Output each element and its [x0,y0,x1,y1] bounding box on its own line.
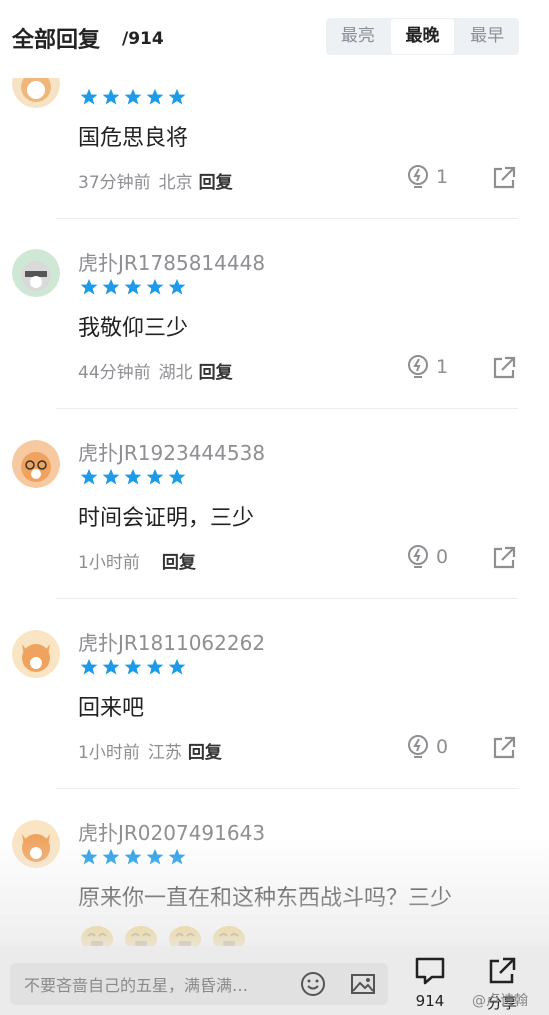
share-icon [489,957,516,984]
comment-text: 国危思良将 [78,126,189,151]
star-icon [124,848,142,865]
star-icon [124,658,142,675]
comment-time: 1小时前 [78,743,140,763]
tab-earliest[interactable]: 最早 [455,18,519,55]
rating-stars [80,848,186,866]
star-icon [80,88,98,105]
comment-time: 1小时前 [78,553,140,573]
share-icon[interactable] [491,545,517,571]
lightbulb-icon [408,735,428,758]
reply-button[interactable]: 回复 [188,743,222,763]
comment-meta: 44分钟前 湖北 回复 [78,358,233,383]
like-count: 0 [436,736,449,758]
page-title: 全部回复 [12,28,101,53]
comment-location: 江苏 [147,743,182,763]
star-icon [146,278,164,295]
lightbulb-icon [408,545,428,568]
star-icon [124,468,142,485]
star-icon [168,848,186,865]
comment-icon [415,957,445,985]
comment-location: 湖北 [158,363,193,383]
like-count: 0 [436,546,449,568]
bottom-bar: 914 分享 [0,946,549,1015]
share-icon[interactable] [491,355,517,381]
comment-count: 914 [415,992,445,1010]
like-count: 1 [436,356,449,378]
rating-stars [80,468,186,486]
star-icon [146,848,164,865]
reply-button[interactable]: 回复 [162,553,196,573]
username[interactable]: 虎扑JR1785814448 [78,247,265,276]
comment-meta: 1小时前 江苏 回复 [78,738,222,763]
username[interactable]: 虎扑JR1811062262 [78,627,265,656]
like-count: 1 [436,166,449,188]
rating-stars [80,88,186,106]
star-icon [124,278,142,295]
star-icon [102,468,120,485]
username[interactable]: 虎扑JR1923444538 [78,437,265,466]
star-icon [102,88,120,105]
comment-text: 原来你一直在和这种东西战斗吗？三少 [78,886,453,911]
star-icon [168,88,186,105]
comment-meta: 1小时前 回复 [78,548,196,573]
star-icon [102,658,120,675]
comment-meta: 37分钟前 北京 回复 [78,168,233,193]
comment-text: 我敬仰三少 [78,316,189,341]
star-icon [102,278,120,295]
like-button[interactable]: 1 [406,354,448,380]
emoji-icon[interactable] [300,971,326,997]
star-icon [80,468,98,485]
like-button[interactable]: 0 [406,544,448,570]
avatar[interactable] [12,249,60,297]
like-button[interactable]: 0 [406,734,448,760]
comment-location: 北京 [158,173,193,193]
divider [56,598,518,599]
reply-button[interactable]: 回复 [199,363,233,383]
rating-stars [80,278,186,296]
sort-tabs: 最亮 最晚 最早 [326,18,519,55]
divider [56,218,518,219]
comment-text: 时间会证明，三少 [78,506,255,531]
avatar[interactable] [12,820,60,868]
avatar[interactable] [12,440,60,488]
star-icon [146,658,164,675]
star-icon [168,278,186,295]
star-icon [146,468,164,485]
lightbulb-icon [408,355,428,378]
comment-text: 回来吧 [78,696,145,721]
reply-button[interactable]: 回复 [199,173,233,193]
comment-time: 37分钟前 [78,173,151,193]
star-icon [80,278,98,295]
star-icon [80,848,98,865]
avatar[interactable] [12,630,60,678]
reply-input-box[interactable] [10,963,388,1007]
rating-stars [80,658,186,676]
username[interactable]: 虎扑JR0207491643 [78,817,265,846]
tab-latest[interactable]: 最晚 [390,19,455,54]
reply-count: /914 [122,29,164,49]
star-icon [124,88,142,105]
lightbulb-icon [408,165,428,188]
star-icon [146,88,164,105]
star-icon [80,658,98,675]
divider [56,788,518,789]
comment-time: 44分钟前 [78,363,151,383]
divider [56,408,518,409]
like-button[interactable]: 1 [406,164,448,190]
share-icon[interactable] [491,165,517,191]
comments-button[interactable]: 914 [412,956,448,1012]
image-icon[interactable] [350,971,376,997]
star-icon [168,658,186,675]
share-icon[interactable] [491,735,517,761]
star-icon [102,848,120,865]
watermark: @卢诗翰 [472,993,528,1009]
tab-hottest[interactable]: 最亮 [326,18,390,55]
header: 全部回复 /914 最亮 最晚 最早 [0,0,549,78]
star-icon [168,468,186,485]
reply-input[interactable] [22,963,296,1007]
